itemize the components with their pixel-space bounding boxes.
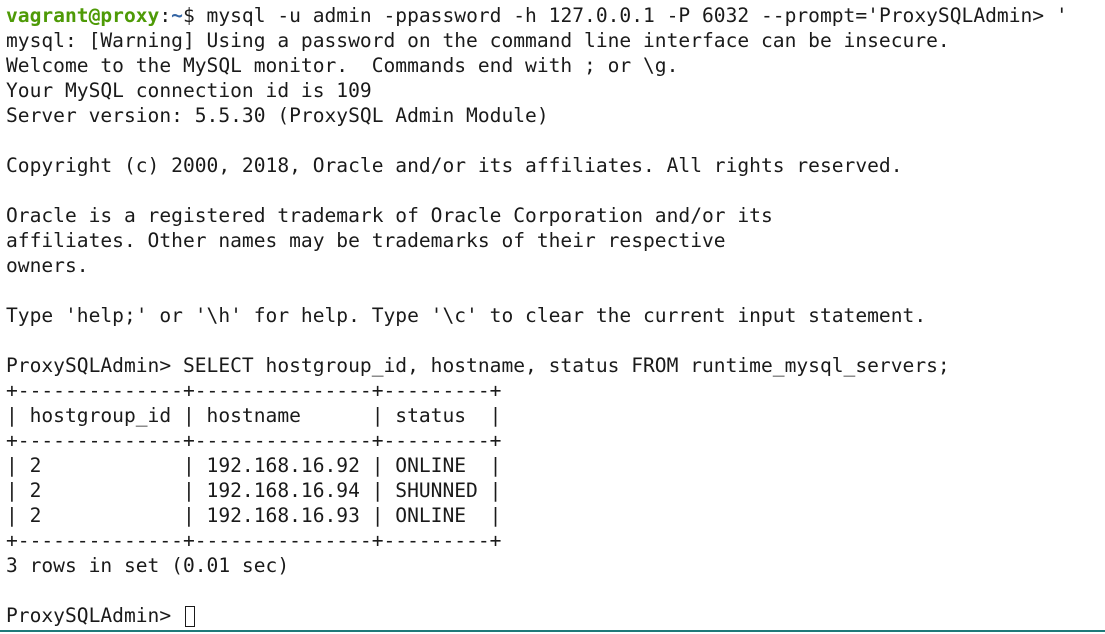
table-row: | 2 | 192.168.16.92 | ONLINE | — [6, 454, 502, 477]
terminal-bottom-border — [0, 630, 1105, 632]
result-summary: 3 rows in set (0.01 sec) — [6, 554, 290, 577]
final-prompt: ProxySQLAdmin> — [6, 604, 183, 627]
table-border: +--------------+---------------+--------… — [6, 379, 502, 402]
terminal-window[interactable]: vagrant@proxy:~$ mysql -u admin -ppasswo… — [0, 0, 1105, 632]
output-line: affiliates. Other names may be trademark… — [6, 229, 726, 252]
table-header: | hostgroup_id | hostname | status | — [6, 404, 502, 427]
output-line: mysql: [Warning] Using a password on the… — [6, 29, 950, 52]
query-line: ProxySQLAdmin> SELECT hostgroup_id, host… — [6, 354, 950, 377]
terminal-output: vagrant@proxy:~$ mysql -u admin -ppasswo… — [6, 3, 1105, 628]
output-line: Oracle is a registered trademark of Orac… — [6, 204, 773, 227]
prompt-separator: : — [159, 4, 172, 27]
prompt-path: ~ — [171, 4, 183, 27]
input-line[interactable]: ProxySQLAdmin> — [6, 603, 1105, 628]
table-row: | 2 | 192.168.16.94 | SHUNNED | — [6, 479, 502, 502]
table-border: +--------------+---------------+--------… — [6, 529, 502, 552]
output-line: Type 'help;' or '\h' for help. Type '\c'… — [6, 304, 927, 327]
output-line: Copyright (c) 2000, 2018, Oracle and/or … — [6, 154, 903, 177]
table-border: +--------------+---------------+--------… — [6, 429, 502, 452]
cursor-block[interactable] — [184, 606, 195, 627]
prompt-symbol: $ — [182, 4, 207, 27]
prompt-user-host: vagrant@proxy — [6, 4, 160, 27]
output-line: owners. — [6, 254, 89, 277]
output-line: Welcome to the MySQL monitor. Commands e… — [6, 54, 679, 77]
command-text: mysql -u admin -ppassword -h 127.0.0.1 -… — [206, 4, 1068, 27]
output-line: Your MySQL connection id is 109 — [6, 79, 372, 102]
command-line: vagrant@proxy:~$ mysql -u admin -ppasswo… — [6, 3, 1105, 28]
output-line: Server version: 5.5.30 (ProxySQL Admin M… — [6, 104, 549, 127]
table-row: | 2 | 192.168.16.93 | ONLINE | — [6, 504, 502, 527]
